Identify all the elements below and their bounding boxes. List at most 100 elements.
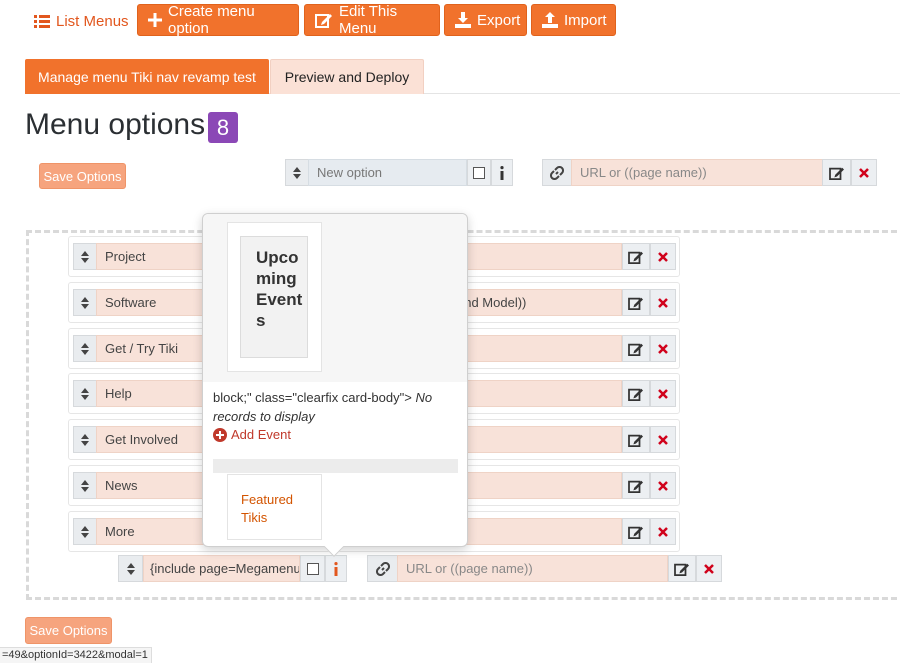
new-option-checkbox[interactable] — [467, 159, 491, 186]
edit-icon — [628, 526, 643, 539]
close-icon — [859, 167, 869, 178]
export-label: Export — [477, 11, 521, 29]
sub-option-checkbox[interactable] — [300, 555, 325, 582]
link-icon — [550, 165, 564, 180]
list-icon — [34, 15, 50, 28]
option-delete-button[interactable] — [650, 243, 676, 270]
popover-separator-bar — [213, 459, 458, 473]
edit-icon — [628, 388, 643, 401]
option-sort-handle[interactable] — [73, 380, 97, 407]
option-delete-button[interactable] — [650, 472, 676, 499]
plus-icon — [148, 13, 162, 27]
option-delete-button[interactable] — [650, 335, 676, 362]
sort-icon — [81, 479, 89, 492]
edit-icon — [628, 480, 643, 493]
option-edit-button[interactable] — [622, 518, 650, 545]
info-icon — [500, 165, 504, 180]
edit-icon — [674, 563, 689, 576]
list-menus-link[interactable]: List Menus — [34, 8, 129, 34]
list-menus-label: List Menus — [56, 12, 129, 30]
option-delete-button[interactable] — [650, 426, 676, 453]
import-label: Import — [564, 11, 607, 29]
edit-icon — [315, 14, 332, 28]
option-sort-handle[interactable] — [73, 335, 97, 362]
edit-icon — [628, 297, 643, 310]
new-option-edit-button[interactable] — [822, 159, 851, 186]
option-sort-handle[interactable] — [73, 243, 97, 270]
download-icon — [455, 12, 471, 28]
save-options-button-top[interactable]: Save Options — [39, 163, 126, 189]
sub-option-info-button[interactable] — [325, 555, 347, 582]
add-event-label: Add Event — [231, 427, 291, 442]
upcoming-events-title: Upcoming Events — [240, 236, 308, 358]
tab-manage-menu[interactable]: Manage menu Tiki nav revamp test — [25, 59, 269, 94]
option-delete-button[interactable] — [650, 518, 676, 545]
option-sort-handle[interactable] — [73, 289, 97, 316]
new-option-input[interactable]: New option — [308, 159, 467, 186]
option-edit-button[interactable] — [622, 472, 650, 499]
sort-icon — [81, 525, 89, 538]
sub-option-sort-handle[interactable] — [118, 555, 143, 582]
link-icon — [375, 561, 390, 576]
option-edit-button[interactable] — [622, 289, 650, 316]
featured-tikis-link[interactable]: Featured Tikis — [227, 474, 322, 540]
sort-icon — [293, 166, 301, 179]
create-menu-option-button[interactable]: Create menu option — [137, 3, 299, 37]
browser-status-url: =49&optionId=3422&modal=1 — [0, 647, 152, 663]
create-menu-option-label: Create menu option — [168, 3, 255, 37]
close-icon — [658, 343, 668, 354]
sort-handle[interactable] — [285, 159, 309, 186]
option-delete-button[interactable] — [650, 289, 676, 316]
sub-option-edit-button[interactable] — [668, 555, 696, 582]
option-edit-button[interactable] — [622, 243, 650, 270]
close-icon — [658, 480, 668, 491]
option-edit-button[interactable] — [622, 380, 650, 407]
option-sort-handle[interactable] — [73, 518, 97, 545]
sub-option-input[interactable]: {include page=Megamenu_ — [143, 555, 300, 582]
close-icon — [658, 526, 668, 537]
close-icon — [658, 251, 668, 262]
new-option-url-input[interactable]: URL or ((page name)) — [571, 159, 823, 186]
sort-icon — [81, 433, 89, 446]
option-edit-button[interactable] — [622, 335, 650, 362]
upload-icon — [542, 12, 558, 28]
new-option-info-button[interactable] — [491, 159, 513, 186]
page-title: Menu options — [25, 108, 206, 141]
sort-icon — [81, 250, 89, 263]
new-option-link-addon — [542, 159, 572, 186]
save-options-button-bottom[interactable]: Save Options — [25, 617, 112, 644]
option-sort-handle[interactable] — [73, 426, 97, 453]
edit-menu-label: Edit This Menu — [339, 3, 398, 37]
sort-icon — [126, 562, 135, 575]
plus-circle-icon — [213, 427, 227, 442]
popover-body-text: block;" class="clearfix card-body"> No r… — [213, 388, 458, 426]
edit-icon — [828, 167, 844, 180]
sub-option-delete-button[interactable] — [696, 555, 722, 582]
option-edit-button[interactable] — [622, 426, 650, 453]
sort-icon — [81, 342, 89, 355]
export-button[interactable]: Export — [444, 4, 527, 36]
edit-menu-button[interactable]: Edit This Menu — [304, 3, 440, 37]
edit-icon — [628, 251, 643, 264]
option-delete-button[interactable] — [650, 380, 676, 407]
options-count-badge: 8 — [208, 112, 238, 143]
close-icon — [658, 388, 668, 399]
popover-code-text: block;" class="clearfix card-body"> — [213, 390, 412, 405]
close-icon — [658, 297, 668, 308]
close-icon — [704, 563, 714, 574]
sub-option-url-input[interactable]: URL or ((page name)) — [397, 555, 668, 582]
checkbox-icon — [306, 562, 319, 575]
sort-icon — [81, 296, 89, 309]
info-icon — [334, 561, 338, 576]
edit-icon — [628, 434, 643, 447]
edit-icon — [628, 343, 643, 356]
option-sort-handle[interactable] — [73, 472, 97, 499]
sub-option-link-addon — [367, 555, 398, 582]
new-option-delete-button[interactable] — [851, 159, 877, 186]
add-event-link[interactable]: Add Event — [213, 427, 291, 442]
tab-preview-deploy[interactable]: Preview and Deploy — [270, 59, 424, 94]
checkbox-icon — [473, 166, 485, 179]
sort-icon — [81, 387, 89, 400]
close-icon — [658, 434, 668, 445]
import-button[interactable]: Import — [531, 4, 616, 36]
